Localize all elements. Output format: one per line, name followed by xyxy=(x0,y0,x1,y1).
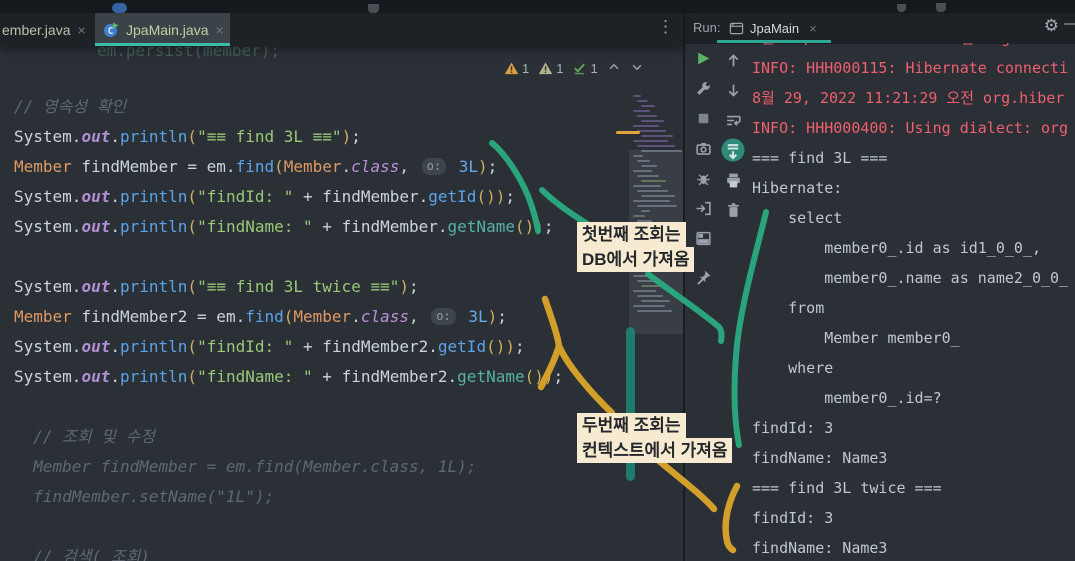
weak-warning-badge[interactable]: 1 xyxy=(538,61,563,76)
toolbar-icon-fragment xyxy=(897,4,906,12)
print-icon[interactable] xyxy=(725,165,742,195)
code-line: System.out.println("findId: " + findMemb… xyxy=(14,187,515,206)
tab-jpamain-java[interactable]: C JpaMain.java × xyxy=(95,13,230,46)
checkmark-icon xyxy=(574,63,586,75)
editor-options-kebab-icon[interactable]: ⋮ xyxy=(657,17,674,37)
close-icon[interactable]: × xyxy=(216,22,224,38)
tab-member-java[interactable]: ember.java × xyxy=(0,13,86,46)
debug-icon[interactable] xyxy=(695,163,712,193)
toolbar-icon-fragment xyxy=(368,4,379,13)
console-line: === find 3L twice === xyxy=(752,479,942,497)
svg-text:C: C xyxy=(108,26,114,37)
inspection-widget[interactable]: 1 1 1 xyxy=(504,59,644,78)
prev-problem-icon[interactable] xyxy=(607,59,621,78)
console-line: Member member0_ xyxy=(752,329,960,347)
console-output[interactable]: 8월 29, 2022 11:21:29 오전 org.hiber INFO: H… xyxy=(752,43,1075,561)
annotation-note-first-query: 첫번째 조회는 DB에서 가져옴 xyxy=(577,222,695,272)
class-run-icon: C xyxy=(103,22,119,38)
ide-window: em.persist(member); ember.java × C JpaMa… xyxy=(0,0,1075,561)
console-line: findId: 3 xyxy=(752,419,834,437)
console-line: findId: 3 xyxy=(752,509,834,527)
run-tool-window: Run: JpaMain × ⚙ — 8월 29, 2022 11:21:29 … xyxy=(683,13,1075,561)
console-line: findName: Name3 xyxy=(752,449,888,467)
soft-wrap-icon[interactable] xyxy=(725,105,742,135)
layout-icon[interactable] xyxy=(695,223,712,253)
editor-tab-bar: ember.java × C JpaMain.java × xyxy=(0,13,683,46)
code-line: System.out.println("findName: " + findMe… xyxy=(14,367,564,386)
warning-icon xyxy=(504,62,519,75)
console-line: member0_.id=? xyxy=(752,389,942,407)
weak-warning-icon xyxy=(538,62,553,75)
console-line: findName: Name3 xyxy=(752,539,888,557)
up-icon[interactable] xyxy=(725,45,742,75)
pin-icon[interactable] xyxy=(695,262,712,292)
run-label: Run: xyxy=(693,20,721,35)
code-line: System.out.println("≡≡ find 3L ≡≡"); xyxy=(14,127,361,146)
tab-label: JpaMain.java xyxy=(126,21,209,38)
console-line: member0_.id as id1_0_0_, xyxy=(752,239,1041,257)
next-problem-icon[interactable] xyxy=(630,59,644,78)
code-line: System.out.println("findName: " + findMe… xyxy=(14,217,554,236)
code-line: System.out.println("≡≡ find 3L twice ≡≡"… xyxy=(14,277,419,296)
console-line: where xyxy=(752,359,834,377)
no-problems-badge[interactable]: 1 xyxy=(572,61,598,76)
close-icon[interactable]: × xyxy=(77,22,85,38)
tab-label: ember.java xyxy=(2,21,71,38)
warning-badge[interactable]: 1 xyxy=(504,61,529,76)
editor-pane: em.persist(member); ember.java × C JpaMa… xyxy=(0,13,683,561)
scroll-end-icon[interactable] xyxy=(721,135,745,165)
code-line: // 조회 및 수정 xyxy=(14,427,156,446)
minimize-icon[interactable]: — xyxy=(1064,15,1075,32)
console-line: === find 3L === xyxy=(752,149,888,167)
annotation-note-second-query: 두번째 조회는 컨텍스트에서 가져옴 xyxy=(577,413,733,463)
console-toolbar xyxy=(718,45,748,225)
console-line: member0_.name as name2_0_0_ xyxy=(752,269,1069,287)
settings-icon[interactable] xyxy=(695,73,712,103)
run-header: Run: JpaMain × ⚙ — xyxy=(685,13,1075,44)
close-icon[interactable]: × xyxy=(809,21,817,36)
console-line: 8월 29, 2022 11:21:29 오전 org.hiber xyxy=(752,43,1075,53)
code-area[interactable]: // 영속성 확인 System.out.println("≡≡ find 3L … xyxy=(14,92,563,561)
toolbar-icon-fragment xyxy=(112,3,127,13)
stop-icon[interactable] xyxy=(695,103,712,133)
console-line: select xyxy=(752,209,843,227)
attach-icon[interactable] xyxy=(695,193,712,223)
parameter-hint: o: xyxy=(431,308,456,325)
main-toolbar-strip xyxy=(0,0,1075,13)
code-line: Member findMember = em.find(Member.class… xyxy=(14,157,498,176)
code-line: findMember.setName("1L"); xyxy=(14,487,275,506)
console-line: Hibernate: xyxy=(752,179,843,197)
console-icon xyxy=(729,22,744,34)
toolbar-icon-fragment xyxy=(936,3,946,12)
parameter-hint: o: xyxy=(421,158,447,175)
clear-icon[interactable] xyxy=(725,195,742,225)
console-line: from xyxy=(752,299,825,317)
caret-stripe-mark xyxy=(616,131,640,134)
code-line: Member findMember = em.find(Member.class… xyxy=(14,457,477,476)
run-tab-label: JpaMain xyxy=(750,20,800,36)
run-tab-jpamain[interactable]: JpaMain × xyxy=(723,13,823,43)
code-line: System.out.println("findId: " + findMemb… xyxy=(14,337,525,356)
code-line: // 검색( 조회) xyxy=(14,547,150,561)
console-line: INFO: HHH000400: Using dialect: org xyxy=(752,119,1069,137)
console-line: 8월 29, 2022 11:21:29 오전 org.hiber xyxy=(752,89,1065,107)
down-icon[interactable] xyxy=(725,75,742,105)
code-line: // 영속성 확인 xyxy=(14,97,127,116)
rerun-icon[interactable] xyxy=(695,43,712,73)
code-line: Member findMember2 = em.find(Member.clas… xyxy=(14,307,507,326)
console-line: INFO: HHH000115: Hibernate connecti xyxy=(752,59,1069,77)
gear-icon[interactable]: ⚙ xyxy=(1044,16,1059,36)
snapshot-icon[interactable] xyxy=(695,133,712,163)
